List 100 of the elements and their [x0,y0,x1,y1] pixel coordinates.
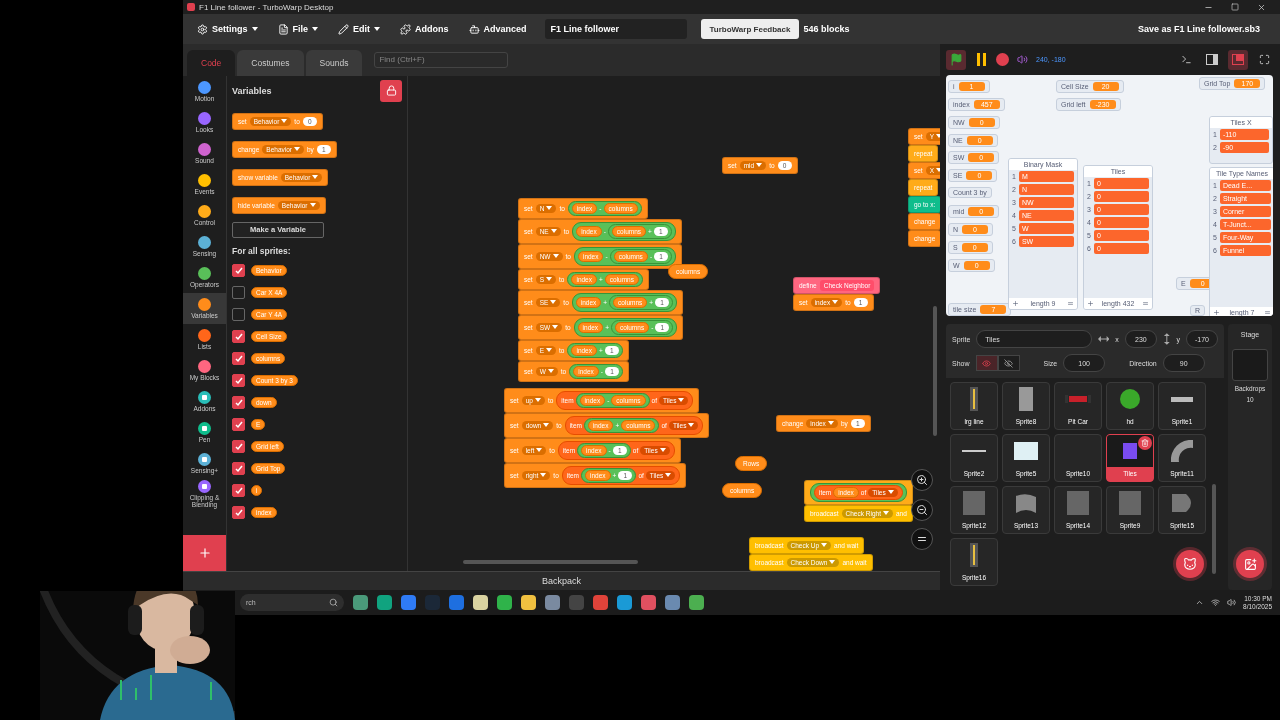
caret-icon [547,369,554,374]
caret-icon [552,254,559,259]
plus-icon[interactable] [1087,300,1094,308]
plus-icon [197,546,212,561]
cat-icon [1183,557,1197,571]
scrollbar[interactable] [933,305,937,436]
caret-icon [374,27,381,31]
add-extension-button[interactable] [183,535,226,572]
window-title: F1 Line follower - TurboWarp Desktop [199,2,334,12]
app-icon[interactable] [617,595,632,610]
stop-button[interactable] [996,53,1009,67]
app-icon[interactable] [353,595,368,610]
check-icon [234,420,243,429]
zoom-out-icon [916,503,928,516]
checkbox[interactable] [232,418,245,432]
checkbox[interactable] [232,330,245,344]
sprite-thumbnail [1065,395,1091,403]
backpack-bar[interactable]: Backpack [183,571,940,590]
add-backdrop-button[interactable] [1236,550,1264,578]
checkbox[interactable] [232,374,245,388]
menu-item[interactable]: Settings [189,19,266,39]
pencil-icon [338,23,350,35]
layout-icon [1232,54,1244,66]
caret-icon [829,560,836,565]
caret-icon [887,490,894,495]
sprite-thumbnail [1171,440,1193,462]
app-icon[interactable] [497,595,512,610]
project-title-field[interactable]: F1 Line follower [544,19,687,39]
caret-icon [281,119,288,124]
section-heading: For all sprites: [232,245,292,256]
zoom-out-button[interactable] [911,498,933,521]
checkbox[interactable] [232,484,245,498]
caret-icon [294,147,300,152]
caret-icon [552,325,559,330]
caret-icon [534,398,541,403]
caret-icon [832,300,839,305]
plus-icon[interactable] [1213,309,1220,316]
app-icon[interactable] [593,595,608,610]
hide-button[interactable] [997,355,1020,371]
stage-thumbnail [1232,349,1268,381]
caret-icon [540,473,547,478]
app-icon[interactable] [401,595,416,610]
check-icon [234,354,243,363]
sprite-thumbnail [1067,491,1089,515]
app-icon[interactable] [377,595,392,610]
checkbox[interactable] [232,506,245,520]
menu-item[interactable]: File [269,19,327,39]
check-icon [234,266,243,275]
app-icon[interactable] [689,595,704,610]
tab[interactable]: Code [187,49,236,76]
checkbox[interactable] [232,396,245,410]
checkbox[interactable] [232,462,245,476]
menu-item[interactable]: Addons [392,19,457,39]
menu-item[interactable]: Advanced [460,19,535,39]
app-icon[interactable] [665,595,680,610]
sprite-thumbnail [1171,396,1193,402]
speaker-icon [1017,54,1028,66]
caret-icon [665,473,672,478]
caret-icon [756,163,763,168]
save-as-link[interactable]: Save as F1 Line follower.sb3 [1137,24,1274,34]
checkbox[interactable] [232,264,245,278]
tab[interactable]: Sounds [305,49,363,76]
scrollbar[interactable] [1212,484,1216,574]
app-icon[interactable] [449,595,464,610]
caret-icon [550,229,557,234]
pause-button[interactable] [974,52,988,67]
checkbox[interactable] [232,286,245,300]
lock-button[interactable] [380,79,402,102]
sprite-thumbnail [1123,443,1137,459]
app-icon[interactable] [641,595,656,610]
app-icon[interactable] [521,595,536,610]
chevron-up-icon[interactable] [1195,598,1205,607]
flag-button[interactable] [946,49,966,70]
speaker-icon[interactable] [1227,598,1237,607]
caret-icon [312,27,319,31]
app-icon[interactable] [473,595,488,610]
eye-off-icon [1004,358,1013,368]
zoom-in-icon [916,473,928,486]
maximize-icon[interactable] [1231,2,1239,11]
caret-icon [678,398,685,403]
checkbox[interactable] [232,440,245,454]
check-icon [234,376,243,385]
scrollbar[interactable] [463,560,638,565]
tab[interactable]: Costumes [237,49,304,76]
checkbox[interactable] [232,352,245,366]
reset-zoom-button[interactable] [911,527,933,550]
zoom-in-button[interactable] [911,468,933,491]
menu-item[interactable]: Edit [330,19,389,39]
add-sprite-button[interactable] [1176,550,1204,578]
app-icon[interactable] [545,595,560,610]
wifi-icon[interactable] [1211,598,1221,607]
feedback-button[interactable]: TurboWarp Feedback [700,19,800,39]
block-count: 546 blocks [803,24,850,34]
category-icon [198,390,211,404]
plus-icon[interactable] [1012,300,1019,308]
find-field[interactable]: Find (Ctrl+F) [374,51,509,68]
checkbox[interactable] [232,308,245,322]
sprite-thumbnail [1014,442,1038,460]
close-icon[interactable] [1257,2,1266,12]
show-button[interactable] [975,355,998,371]
